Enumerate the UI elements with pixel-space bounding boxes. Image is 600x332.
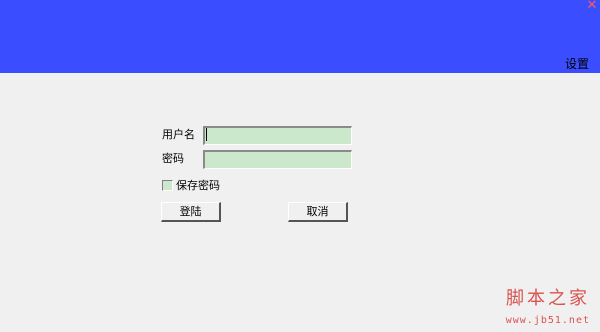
title-bar: ✕ 设置 — [0, 0, 600, 73]
watermark-logo: 脚本之家 — [506, 288, 590, 309]
remember-password-checkbox[interactable] — [162, 180, 173, 191]
text-caret — [206, 128, 207, 141]
password-label: 密码 — [162, 152, 184, 165]
username-input[interactable] — [203, 126, 352, 145]
password-input[interactable] — [203, 150, 352, 169]
watermark-url: www.jb51.net — [505, 315, 590, 326]
cancel-button[interactable]: 取消 — [288, 202, 348, 222]
remember-password-label[interactable]: 保存密码 — [176, 179, 220, 193]
settings-link[interactable]: 设置 — [565, 55, 589, 72]
username-label: 用户名 — [162, 128, 195, 141]
login-button[interactable]: 登陆 — [161, 202, 221, 222]
close-icon[interactable]: ✕ — [584, 0, 600, 14]
